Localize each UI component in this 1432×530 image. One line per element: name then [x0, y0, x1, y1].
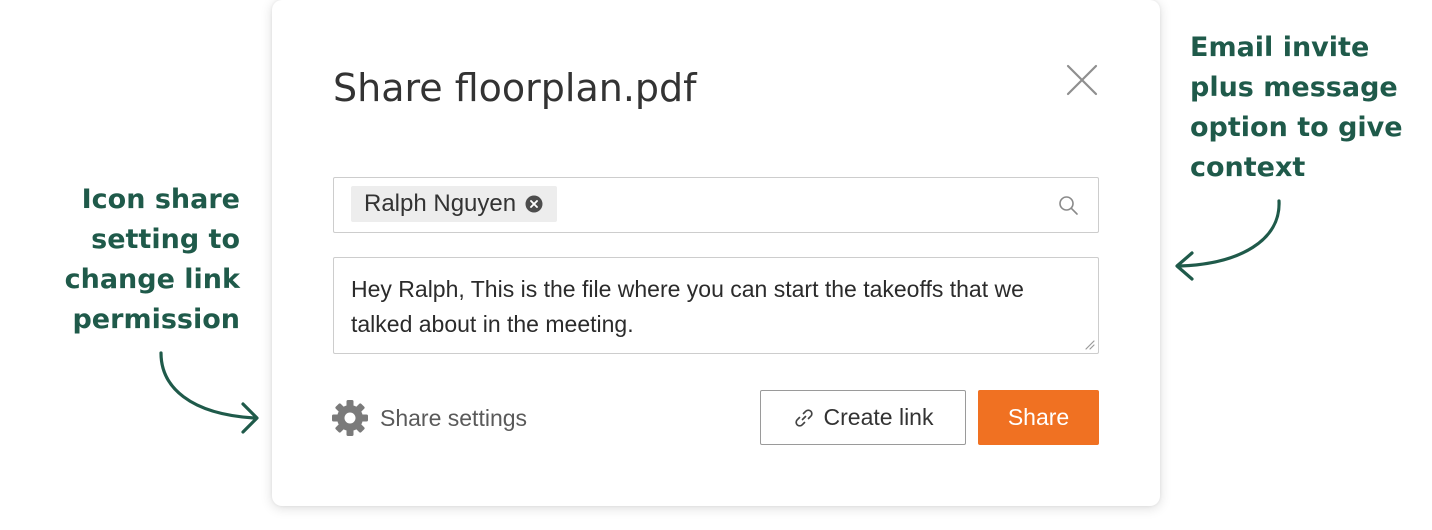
close-button[interactable]	[1062, 60, 1102, 100]
remove-recipient-button[interactable]	[525, 195, 543, 213]
search-icon	[1059, 196, 1078, 215]
curved-arrow-icon	[1175, 199, 1281, 281]
share-button[interactable]: Share	[978, 390, 1099, 445]
gear-icon	[332, 400, 368, 436]
link-icon	[794, 408, 813, 427]
recipient-chip: Ralph Nguyen	[351, 186, 558, 222]
recipient-input[interactable]: Ralph Nguyen	[333, 177, 1099, 233]
message-textarea[interactable]: Hey Ralph, This is the file where you ca…	[333, 257, 1099, 354]
curved-arrow-icon	[159, 351, 259, 434]
share-settings-label: Share settings	[380, 404, 528, 431]
dialog-title: Share floorplan.pdf	[333, 66, 697, 110]
create-link-label: Create link	[823, 404, 934, 430]
annotation-share-settings-note: Icon share setting to change link permis…	[64, 184, 240, 335]
recipient-chip-label: Ralph Nguyen	[364, 190, 517, 217]
share-settings-button[interactable]: Share settings	[331, 399, 527, 437]
resize-handle-icon[interactable]	[1083, 338, 1095, 350]
close-circle-icon	[525, 195, 543, 213]
create-link-button[interactable]: Create link	[760, 390, 966, 445]
annotation-email-invite-note: Email invite plus message option to give…	[1190, 32, 1403, 183]
message-text: Hey Ralph, This is the file where you ca…	[351, 276, 1024, 337]
close-icon	[1066, 64, 1098, 96]
share-dialog: Share floorplan.pdf Ralph Nguyen Hey Ral…	[272, 0, 1160, 506]
share-button-label: Share	[1007, 404, 1070, 430]
